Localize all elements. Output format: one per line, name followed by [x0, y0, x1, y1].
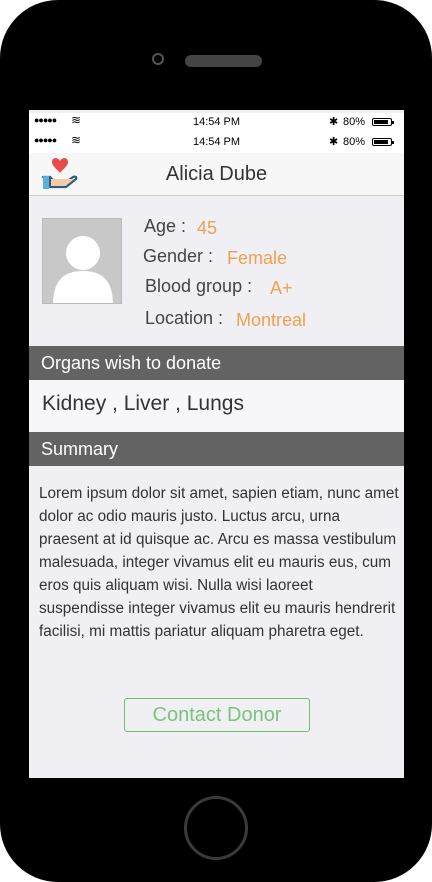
status-bar-secondary: ●●●●● ≋ 14:54 PM ✱ 80%	[29, 133, 404, 153]
battery-icon	[372, 138, 394, 146]
blood-group-label: Blood group :	[145, 276, 253, 296]
camera-icon	[152, 53, 164, 65]
age-label: Age :	[144, 216, 187, 236]
organs-list-text: Kidney , Liver , Lungs	[42, 392, 244, 415]
gender-label: Gender :	[143, 246, 214, 266]
blood-group-value: A+	[270, 278, 293, 298]
donor-profile: Age : 45 Gender : Female Blood group : A…	[29, 196, 404, 346]
battery-percent: 80%	[343, 116, 366, 128]
contact-donor-button[interactable]: Contact Donor	[124, 698, 310, 732]
age-value: 45	[197, 218, 218, 238]
status-bar: ●●●●● ≋ 14:54 PM ✱ 80%	[29, 113, 404, 133]
summary-text: Lorem ipsum dolor sit amet, sapien etiam…	[39, 485, 399, 640]
organs-header-label: Organs wish to donate	[41, 353, 222, 373]
app-screen: ●●●●● ≋ 14:54 PM ✱ 80% ●●●●● ≋ 14:54 PM …	[29, 110, 404, 778]
summary-header: Summary	[29, 432, 404, 466]
page-title: Alicia Dube	[165, 163, 268, 185]
bluetooth-icon: ✱	[329, 136, 339, 148]
organs-header: Organs wish to donate	[29, 346, 404, 380]
battery-percent: 80%	[343, 136, 366, 148]
nav-bar: Alicia Dube	[29, 153, 404, 196]
location-label: Location :	[145, 308, 224, 328]
speaker-grille	[185, 55, 262, 67]
user-placeholder-icon	[53, 236, 113, 303]
gender-value: Female	[227, 248, 288, 268]
location-value: Montreal	[236, 310, 307, 330]
phone-frame: ●●●●● ≋ 14:54 PM ✱ 80% ●●●●● ≋ 14:54 PM …	[0, 0, 432, 882]
home-button[interactable]	[184, 796, 248, 860]
organs-list: Kidney , Liver , Lungs	[29, 380, 404, 432]
bluetooth-icon: ✱	[329, 116, 339, 128]
battery-icon	[372, 118, 394, 126]
avatar	[42, 218, 122, 304]
summary-header-label: Summary	[41, 439, 119, 459]
